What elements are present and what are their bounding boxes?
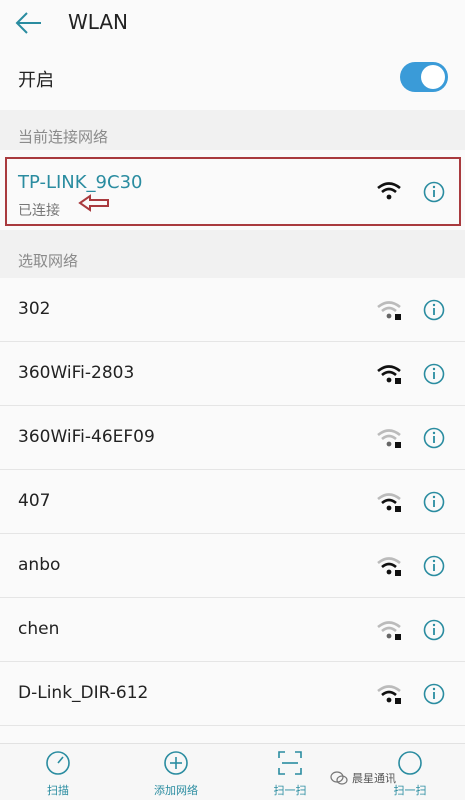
network-row[interactable]: 302 <box>0 278 465 342</box>
switch-knob <box>421 65 445 89</box>
add-icon <box>164 751 188 775</box>
info-icon[interactable] <box>423 181 445 203</box>
add-network-tab[interactable]: 添加网络 <box>138 744 214 800</box>
network-ssid: chen <box>18 619 60 639</box>
scan-qr-tab[interactable]: 扫一扫 <box>252 744 328 800</box>
info-icon[interactable] <box>423 555 445 577</box>
wifi-strong-locked-icon <box>377 365 401 384</box>
info-icon[interactable] <box>423 491 445 513</box>
network-list: 302 360WiFi-2803 360WiFi-46EF09 407 anbo… <box>0 278 465 753</box>
current-network-status: 已连接 <box>18 203 60 219</box>
info-icon[interactable] <box>423 619 445 641</box>
wifi-weak-locked-icon <box>377 429 401 448</box>
watermark-text: 晨星通讯 <box>352 772 396 785</box>
scan-qr-label: 扫一扫 <box>273 784 307 797</box>
network-row[interactable]: 360WiFi-2803 <box>0 342 465 406</box>
wlan-toggle-label: 开启 <box>18 70 54 91</box>
wifi-weak-locked-icon <box>377 301 401 320</box>
qr-scan-icon <box>278 751 302 775</box>
network-row[interactable]: 360WiFi-46EF09 <box>0 406 465 470</box>
info-icon[interactable] <box>423 299 445 321</box>
app-header: WLAN <box>0 0 465 46</box>
info-icon[interactable] <box>423 427 445 449</box>
wechat-icon <box>330 771 348 785</box>
network-row[interactable]: anbo <box>0 534 465 598</box>
network-ssid: anbo <box>18 555 61 575</box>
wifi-medium-locked-icon <box>377 557 401 576</box>
back-button[interactable] <box>14 9 44 37</box>
info-icon[interactable] <box>423 683 445 705</box>
network-ssid: 302 <box>18 299 51 319</box>
current-network-heading: 当前连接网络 <box>18 128 109 146</box>
current-network-ssid: TP-LINK_9C30 <box>18 172 143 193</box>
scan-icon <box>46 751 70 775</box>
wifi-weak-locked-icon <box>377 621 401 640</box>
select-network-heading: 选取网络 <box>18 252 79 270</box>
annotation-arrow-icon <box>78 194 109 212</box>
wlan-switch[interactable] <box>400 62 448 92</box>
network-ssid: D-Link_DIR-612 <box>18 683 149 703</box>
wlan-toggle-row: 开启 <box>0 46 465 110</box>
network-row[interactable]: D-Link_DIR-612 <box>0 662 465 726</box>
network-row[interactable]: 407 <box>0 470 465 534</box>
scan-tab[interactable]: 扫描 <box>20 744 96 800</box>
scan-label: 扫描 <box>47 784 69 797</box>
back-arrow-icon <box>15 12 41 34</box>
info-icon[interactable] <box>423 363 445 385</box>
wifi-strong-icon <box>377 182 401 200</box>
add-network-label: 添加网络 <box>154 784 198 797</box>
network-ssid: 407 <box>18 491 51 511</box>
network-ssid: 360WiFi-46EF09 <box>18 427 155 447</box>
watermark: 晨星通讯 <box>330 770 396 786</box>
more-icon <box>398 751 422 775</box>
network-row[interactable]: chen <box>0 598 465 662</box>
wifi-medium-locked-icon <box>377 685 401 704</box>
wifi-medium-locked-icon <box>377 493 401 512</box>
page-title: WLAN <box>68 10 129 34</box>
network-ssid: 360WiFi-2803 <box>18 363 135 383</box>
